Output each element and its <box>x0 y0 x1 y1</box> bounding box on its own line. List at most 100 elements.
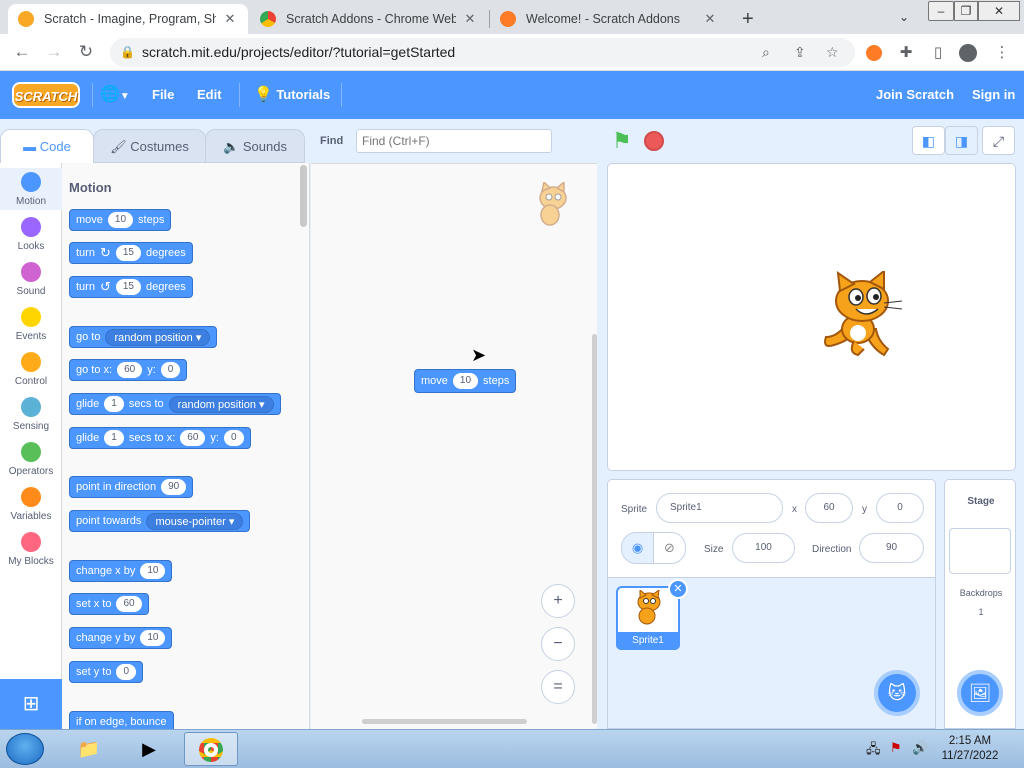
category-operators[interactable]: Operators <box>0 442 62 477</box>
zoom-search-icon[interactable]: ⌕ <box>762 38 770 67</box>
y-field[interactable]: 0 <box>876 493 924 523</box>
block-input[interactable]: 10 <box>452 373 479 389</box>
block-dropdown[interactable]: mouse-pointer ▾ <box>146 512 244 530</box>
block-input[interactable]: 0 <box>223 430 244 446</box>
scratch-addons-extension-icon[interactable] <box>864 43 884 63</box>
add-extension-icon[interactable]: ⊞ <box>0 679 62 729</box>
language-menu[interactable]: 🌐▼ <box>100 71 130 119</box>
block-change-y[interactable]: change y by 10 <box>69 627 173 649</box>
category-looks[interactable]: Looks <box>0 217 62 252</box>
stage-canvas[interactable] <box>607 163 1016 471</box>
profile-avatar-icon[interactable] <box>958 43 978 63</box>
normal-stage-icon[interactable]: ◨ <box>945 126 978 155</box>
reload-icon[interactable]: ↻ <box>76 42 96 62</box>
sprite-name-field[interactable]: Sprite1 <box>656 493 783 523</box>
block-dropdown[interactable]: random position ▾ <box>168 395 274 413</box>
file-menu[interactable]: File <box>152 71 174 119</box>
close-window-icon[interactable]: ✕ <box>978 1 1020 21</box>
block-input[interactable]: 10 <box>140 630 166 646</box>
block-go-to[interactable]: go to random position ▾ <box>69 326 218 348</box>
chrome-menu-icon[interactable]: ⋮ <box>992 43 1012 63</box>
category-my-blocks[interactable]: My Blocks <box>0 532 62 567</box>
block-set-y[interactable]: set y to 0 <box>69 661 144 683</box>
direction-field[interactable]: 90 <box>859 533 924 563</box>
block-turn-right[interactable]: turn ↻ 15 degrees <box>69 242 193 264</box>
cat-sprite[interactable] <box>818 271 904 361</box>
tab-code[interactable]: ▬ Code <box>0 129 94 163</box>
close-tab-icon[interactable]: ✕ <box>702 11 718 27</box>
block-input[interactable]: 1 <box>104 430 124 446</box>
hide-sprite-icon[interactable]: ⊘ <box>653 532 686 564</box>
block-input[interactable]: 15 <box>115 279 141 295</box>
small-stage-icon[interactable]: ◧ <box>912 126 945 155</box>
block-glide-to[interactable]: glide 1 secs to random position ▾ <box>69 393 281 415</box>
file-explorer-icon[interactable]: 📁 <box>62 732 116 766</box>
tab-sounds[interactable]: 🔈 Sounds <box>205 129 305 163</box>
delete-sprite-icon[interactable]: ✕ <box>668 579 688 599</box>
tab-scratch-addons[interactable]: Welcome! - Scratch Addons ✕ <box>490 4 728 34</box>
block-point-towards[interactable]: point towards mouse-pointer ▾ <box>69 510 251 532</box>
block-input[interactable]: 60 <box>180 430 206 446</box>
sign-in-link[interactable]: Sign in <box>972 71 1015 119</box>
block-set-x[interactable]: set x to 60 <box>69 593 149 615</box>
scratch-logo[interactable]: SCRATCH <box>12 82 80 108</box>
restore-icon[interactable]: ❐ <box>954 1 978 21</box>
category-sensing[interactable]: Sensing <box>0 397 62 432</box>
category-control[interactable]: Control <box>0 352 62 387</box>
workspace-block-move[interactable]: move 10 steps <box>414 369 517 393</box>
new-tab-button[interactable]: + <box>732 4 762 34</box>
block-glide-xy[interactable]: glide 1 secs to x: 60 y: 0 <box>69 427 251 449</box>
block-dropdown[interactable]: random position ▾ <box>105 328 211 346</box>
zoom-in-icon[interactable]: + <box>541 584 575 618</box>
choose-sprite-icon[interactable]: 🐱 <box>874 670 920 716</box>
zoom-out-icon[interactable]: − <box>541 627 575 661</box>
block-input[interactable]: 1 <box>104 396 124 412</box>
choose-backdrop-icon[interactable]: 🖼 <box>957 670 1003 716</box>
close-tab-icon[interactable]: ✕ <box>462 11 478 27</box>
stage-thumbnail[interactable] <box>949 528 1011 574</box>
join-scratch-link[interactable]: Join Scratch <box>876 71 954 119</box>
palette-scrollbar[interactable] <box>300 165 307 227</box>
block-point-direction[interactable]: point in direction 90 <box>69 476 194 498</box>
block-input[interactable]: 0 <box>116 664 137 680</box>
minimize-icon[interactable]: – <box>928 1 954 21</box>
block-input[interactable]: 90 <box>161 479 187 495</box>
start-button[interactable] <box>6 733 44 765</box>
back-icon[interactable]: ← <box>12 42 32 62</box>
show-sprite-icon[interactable]: ◉ <box>621 532 654 564</box>
find-input[interactable] <box>356 129 552 153</box>
block-input[interactable]: 10 <box>140 563 166 579</box>
category-variables[interactable]: Variables <box>0 487 62 522</box>
stop-icon[interactable] <box>644 131 664 151</box>
bookmark-star-icon[interactable]: ☆ <box>826 38 839 67</box>
action-center-flag-icon[interactable]: ⚑ <box>890 740 902 756</box>
fullscreen-icon[interactable]: ⤢ <box>982 126 1015 155</box>
media-player-icon[interactable]: ▶ <box>122 732 176 766</box>
close-tab-icon[interactable]: ✕ <box>222 11 238 27</box>
tab-costumes[interactable]: 🖌 Costumes <box>93 129 206 163</box>
green-flag-icon[interactable]: ⚑ <box>612 130 634 152</box>
block-move[interactable]: move 10 steps <box>69 209 172 231</box>
block-input[interactable]: 0 <box>160 362 181 378</box>
block-bounce[interactable]: if on edge, bounce <box>69 711 174 729</box>
size-field[interactable]: 100 <box>732 533 795 563</box>
chrome-taskbar-icon[interactable] <box>184 732 238 766</box>
x-field[interactable]: 60 <box>805 493 853 523</box>
workspace-scrollbar-vertical[interactable] <box>592 334 597 724</box>
block-input[interactable]: 10 <box>107 212 134 228</box>
category-motion[interactable]: Motion <box>0 168 62 210</box>
tab-web-store[interactable]: Scratch Addons - Chrome Web Store ✕ <box>250 4 488 34</box>
forward-icon[interactable]: → <box>44 42 64 62</box>
stage-selector[interactable]: Stage Backdrops 1 🖼 <box>944 479 1016 729</box>
tab-scratch[interactable]: Scratch - Imagine, Program, Share ✕ <box>8 4 248 34</box>
block-input[interactable]: 60 <box>116 596 142 612</box>
network-tray-icon[interactable]: 🖧 <box>866 740 881 762</box>
volume-tray-icon[interactable]: 🔊 <box>912 740 928 756</box>
share-icon[interactable]: ⇪ <box>794 38 806 67</box>
block-go-to-xy[interactable]: go to x: 60 y: 0 <box>69 359 188 381</box>
category-sound[interactable]: Sound <box>0 262 62 297</box>
block-input[interactable]: 60 <box>117 362 143 378</box>
zoom-reset-icon[interactable]: = <box>541 670 575 704</box>
block-turn-left[interactable]: turn ↺ 15 degrees <box>69 276 193 298</box>
block-input[interactable]: 15 <box>115 245 141 261</box>
